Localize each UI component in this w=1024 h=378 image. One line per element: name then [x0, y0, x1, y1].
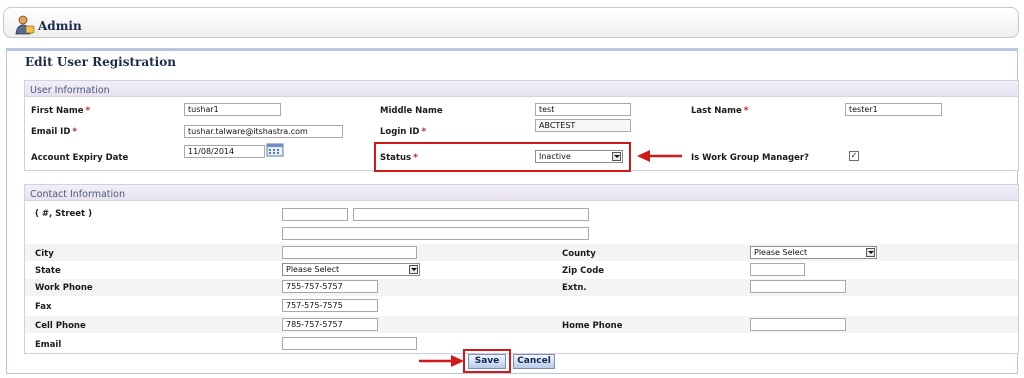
- county-select-value: Please Select: [754, 248, 808, 257]
- city-input[interactable]: [282, 246, 417, 259]
- fax-input[interactable]: 757-575-7575: [282, 299, 378, 312]
- state-label: State: [35, 266, 61, 276]
- zip-code-label: Zip Code: [562, 266, 605, 276]
- county-label: County: [562, 249, 596, 259]
- state-select[interactable]: Please Select: [282, 263, 420, 276]
- work-phone-label: Work Phone: [35, 283, 93, 293]
- extn-label: Extn.: [562, 283, 587, 293]
- middle-name-label: Middle Name: [380, 106, 443, 116]
- last-name-label: Last Name *: [691, 106, 748, 116]
- account-expiry-input[interactable]: 11/08/2014: [184, 145, 265, 158]
- user-information-header: [25, 81, 1018, 97]
- first-name-label: First Name *: [31, 106, 90, 116]
- cell-phone-label: Cell Phone: [35, 321, 86, 331]
- last-name-label-text: Last Name: [691, 106, 742, 116]
- street-line2-input[interactable]: [282, 227, 589, 240]
- county-select[interactable]: Please Select: [750, 246, 877, 259]
- contact-information-header: [25, 185, 1018, 201]
- middle-name-input[interactable]: test: [535, 103, 631, 116]
- header-title: Admin: [38, 19, 82, 33]
- required-marker: *: [743, 106, 749, 116]
- email-id-input[interactable]: tushar.talware@itshastra.com: [184, 125, 343, 138]
- chevron-down-icon: [409, 265, 418, 274]
- admin-header-bar: [3, 7, 1019, 38]
- email-label: Email: [35, 340, 62, 350]
- required-marker: *: [72, 127, 78, 137]
- login-id-label-text: Login ID: [380, 127, 420, 137]
- cell-phone-input[interactable]: 785-757-5757: [282, 318, 378, 331]
- zip-code-input[interactable]: [750, 263, 805, 276]
- arrow-right-icon: [418, 355, 464, 367]
- email-id-label: Email ID *: [31, 127, 77, 137]
- user-admin-icon: [14, 14, 36, 36]
- home-phone-label: Home Phone: [562, 321, 623, 331]
- first-name-input[interactable]: tushar1: [184, 103, 281, 116]
- street-number-input[interactable]: [282, 208, 348, 221]
- street-name-input[interactable]: [353, 208, 589, 221]
- last-name-input[interactable]: tester1: [845, 103, 942, 116]
- account-expiry-label: Account Expiry Date: [31, 153, 129, 163]
- first-name-label-text: First Name: [31, 106, 84, 116]
- contact-information-title: Contact Information: [30, 189, 125, 200]
- status-highlight-box: [374, 142, 631, 172]
- calendar-icon[interactable]: [266, 143, 284, 157]
- city-label: City: [35, 249, 54, 259]
- fax-label: Fax: [35, 302, 52, 312]
- page-title: Edit User Registration: [25, 55, 176, 69]
- row-shade: [25, 316, 1018, 333]
- email-id-label-text: Email ID: [31, 127, 71, 137]
- arrow-left-icon: [637, 150, 683, 162]
- extn-input[interactable]: [750, 280, 846, 293]
- row-shade: [25, 279, 1018, 296]
- required-marker: *: [85, 106, 91, 116]
- home-phone-input[interactable]: [750, 318, 846, 331]
- login-id-input[interactable]: ABCTEST: [535, 119, 631, 132]
- work-phone-input[interactable]: 755-757-5757: [282, 280, 378, 293]
- work-group-manager-checkbox[interactable]: ✓: [849, 151, 859, 161]
- required-marker: *: [421, 127, 427, 137]
- work-group-manager-label: Is Work Group Manager?: [691, 153, 809, 163]
- save-button[interactable]: Save: [468, 354, 506, 369]
- user-information-title: User Information: [30, 85, 110, 96]
- chevron-down-icon: [866, 248, 875, 257]
- street-label: ( #, Street ): [35, 209, 92, 219]
- state-select-value: Please Select: [286, 265, 340, 274]
- cancel-button[interactable]: Cancel: [513, 354, 555, 369]
- login-id-label: Login ID *: [380, 127, 426, 137]
- email-input[interactable]: [282, 337, 417, 350]
